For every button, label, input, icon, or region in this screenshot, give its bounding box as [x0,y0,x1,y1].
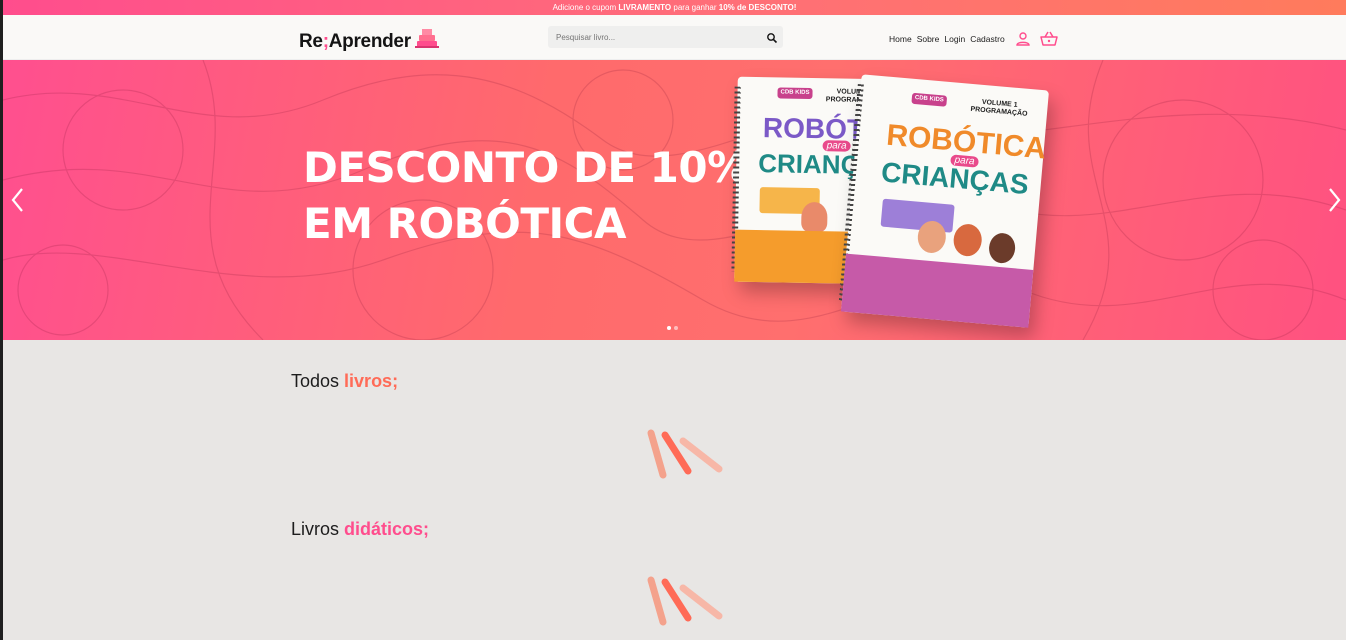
search-bar [548,26,783,48]
hero-headline: DESCONTO DE 10% EM ROBÓTICA [303,140,749,252]
book-cover-volume-1: CDB KIDS VOLUME 1 PROGRAMAÇÃO ROBÓTICA p… [838,74,1050,328]
hero-carousel: DESCONTO DE 10% EM ROBÓTICA CDB KIDS VOL… [3,60,1346,340]
book-volume: VOLUME 1 PROGRAMAÇÃO [970,98,1028,118]
brand-badge: CDB KIDS [777,87,813,100]
basket-icon[interactable] [1039,31,1059,47]
search-input[interactable] [548,26,753,48]
promo-banner: Adicione o cupom LIVRAMENTO para ganhar … [3,0,1346,15]
section-title-accent: didáticos; [344,519,430,539]
site-header: Re;Aprender Home Sobre [3,15,1346,60]
carousel-next-icon[interactable] [1326,185,1344,215]
user-icon[interactable] [1015,31,1031,47]
illustration-child [801,201,828,233]
loading-spinner-icon [647,429,723,479]
carousel-prev-icon[interactable] [8,185,26,215]
books-stack-icon [414,27,440,57]
nav-login[interactable]: Login [944,34,965,44]
section-title-accent: livros; [344,371,399,391]
logo-text-re: Re [299,31,323,52]
promo-coupon: LIVRAMENTO [618,3,672,12]
nav-home[interactable]: Home [889,34,912,44]
search-icon[interactable] [766,31,778,44]
nav-sobre[interactable]: Sobre [917,34,940,44]
carousel-dot-2[interactable] [674,326,678,330]
promo-prefix: Adicione o cupom [552,3,619,12]
section-title-plain: Livros [291,519,345,539]
page: Adicione o cupom LIVRAMENTO para ganhar … [3,0,1346,640]
nav-cadastro[interactable]: Cadastro [970,34,1005,44]
carousel-indicators [667,326,678,330]
logo-text-aprender: Aprender [328,31,411,52]
illustration-child [987,232,1017,265]
section-title-plain: Todos [291,371,345,391]
main-nav: Home Sobre Login Cadastro [889,31,1059,47]
hero-line-1: DESCONTO DE 10% [303,143,749,192]
logo[interactable]: Re; Aprender [299,27,440,57]
promo-discount: 10% de DESCONTO! [718,3,797,12]
loading-spinner-icon [647,576,723,626]
promo-middle: para ganhar [671,3,719,12]
section-title-all-books: Todos livros; [291,371,398,392]
carousel-dot-1[interactable] [667,326,671,330]
brand-badge: CDB KIDS [911,92,948,107]
illustration-child [952,222,984,258]
hero-line-2: EM ROBÓTICA [303,199,626,248]
book-title-bottom: CRIANÇAS [879,156,1030,201]
section-title-textbooks: Livros didáticos; [291,519,429,540]
